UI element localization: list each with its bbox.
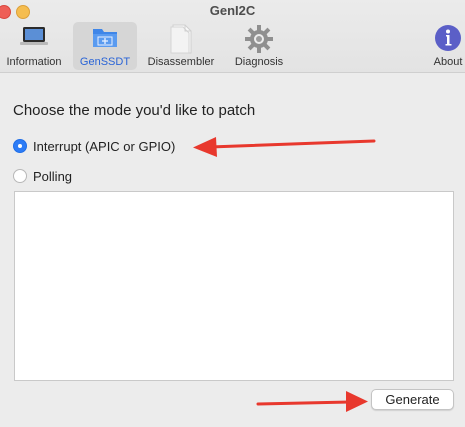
toolbar-item-about[interactable]: About	[428, 22, 465, 70]
toolbar-item-disassembler[interactable]: Disassembler	[143, 22, 219, 70]
toolbar-item-diagnosis[interactable]: Diagnosis	[229, 22, 289, 70]
toolbar-label-information: Information	[6, 56, 62, 68]
generate-button[interactable]: Generate	[371, 389, 454, 410]
toolbar-label-genssdt: GenSSDT	[79, 56, 131, 68]
annotation-arrow-generate	[256, 391, 368, 412]
toolbar-item-genssdt[interactable]: GenSSDT	[73, 22, 137, 70]
annotation-arrow-interrupt	[193, 137, 376, 157]
radio-label-polling: Polling	[33, 168, 73, 184]
title-bar: GenI2C Information GenSSDT Disassembler …	[0, 0, 465, 73]
radio-label-interrupt: Interrupt (APIC or GPIO)	[33, 138, 176, 154]
gear-icon	[244, 24, 274, 57]
document-icon	[167, 24, 195, 57]
radio-polling[interactable]	[13, 169, 27, 183]
info-icon	[434, 24, 462, 55]
toolbar-item-information[interactable]: Information	[3, 22, 65, 70]
toolbar-label-disassembler: Disassembler	[147, 56, 215, 68]
toolbar-label-about: About	[433, 56, 463, 68]
mode-heading: Choose the mode you'd like to patch	[13, 102, 256, 119]
output-text-area[interactable]	[14, 191, 454, 381]
radio-option-polling[interactable]: Polling	[13, 167, 72, 185]
genssdt-panel: Choose the mode you'd like to patch Inte…	[0, 73, 465, 427]
laptop-icon	[19, 24, 49, 51]
radio-interrupt[interactable]	[13, 139, 27, 153]
folder-add-icon	[90, 24, 120, 53]
toolbar-label-diagnosis: Diagnosis	[234, 56, 284, 68]
radio-option-interrupt[interactable]: Interrupt (APIC or GPIO)	[13, 137, 175, 155]
window-title: GenI2C	[209, 3, 256, 18]
